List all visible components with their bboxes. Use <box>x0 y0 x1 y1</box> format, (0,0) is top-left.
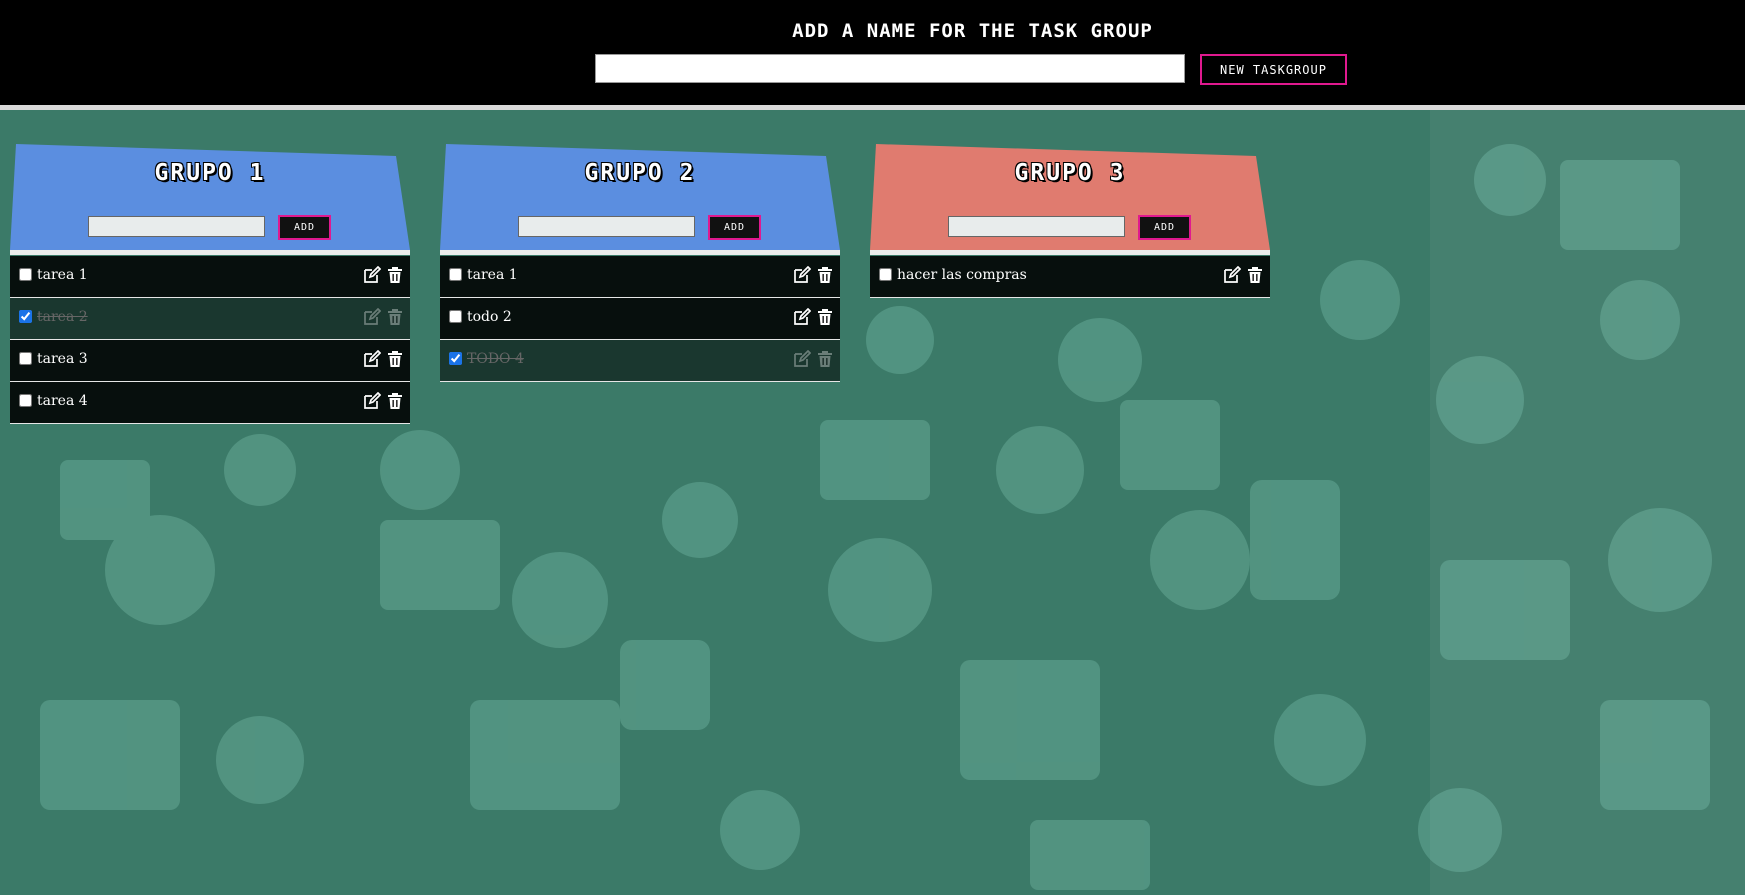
task-row: todo 2 <box>440 298 840 340</box>
task-text: tarea 2 <box>37 309 88 325</box>
trash-icon[interactable] <box>1246 266 1264 284</box>
trash-icon[interactable] <box>386 350 404 368</box>
task-text: tarea 1 <box>37 267 88 283</box>
add-task-button[interactable]: ADD <box>278 215 331 240</box>
group-header: GRUPO 2 ADD <box>440 142 840 256</box>
task-checkbox[interactable] <box>879 268 892 281</box>
task-checkbox[interactable] <box>449 268 462 281</box>
trash-icon[interactable] <box>386 392 404 410</box>
task-text: tarea 1 <box>467 267 518 283</box>
task-text: hacer las compras <box>897 267 1027 283</box>
task-row: hacer las compras <box>870 256 1270 298</box>
task-group-2: GRUPO 2 ADD tarea 1 todo 2 TODO 4 <box>440 142 840 382</box>
group-title: GRUPO 1 <box>154 160 266 186</box>
trash-icon[interactable] <box>386 308 404 326</box>
edit-icon[interactable] <box>793 308 811 326</box>
task-group-1: GRUPO 1 ADD tarea 1 tarea 2 tarea 3 tare… <box>10 142 410 424</box>
edit-icon[interactable] <box>363 392 381 410</box>
new-task-input[interactable] <box>518 216 695 237</box>
task-text: TODO 4 <box>467 351 524 367</box>
task-checkbox[interactable] <box>19 310 32 323</box>
new-taskgroup-button[interactable]: NEW TASKGROUP <box>1200 54 1347 85</box>
task-row: tarea 4 <box>10 382 410 424</box>
task-list: tarea 1 todo 2 TODO 4 <box>440 256 840 382</box>
new-task-input[interactable] <box>948 216 1125 237</box>
group-title: GRUPO 2 <box>584 160 696 186</box>
trash-icon[interactable] <box>816 350 834 368</box>
task-checkbox[interactable] <box>19 394 32 407</box>
trash-icon[interactable] <box>816 266 834 284</box>
task-checkbox[interactable] <box>449 310 462 323</box>
add-task-button[interactable]: ADD <box>708 215 761 240</box>
header-bar: ADD A NAME FOR THE TASK GROUP NEW TASKGR… <box>0 0 1745 105</box>
background-pattern <box>0 0 1745 895</box>
group-header: GRUPO 3 ADD <box>870 142 1270 256</box>
task-text: todo 2 <box>467 309 512 325</box>
taskgroup-name-input[interactable] <box>595 54 1185 83</box>
task-group-3: GRUPO 3 ADD hacer las compras <box>870 142 1270 298</box>
new-task-input[interactable] <box>88 216 265 237</box>
task-row: tarea 2 <box>10 298 410 340</box>
group-title: GRUPO 3 <box>1014 160 1126 186</box>
task-row: tarea 3 <box>10 340 410 382</box>
header-divider <box>0 105 1745 110</box>
header-title: ADD A NAME FOR THE TASK GROUP <box>792 20 1153 42</box>
task-checkbox[interactable] <box>19 352 32 365</box>
task-list: hacer las compras <box>870 256 1270 298</box>
edit-icon[interactable] <box>363 266 381 284</box>
task-text: tarea 3 <box>37 351 88 367</box>
edit-icon[interactable] <box>793 350 811 368</box>
edit-icon[interactable] <box>363 308 381 326</box>
edit-icon[interactable] <box>363 350 381 368</box>
task-text: tarea 4 <box>37 393 88 409</box>
task-row: tarea 1 <box>10 256 410 298</box>
task-checkbox[interactable] <box>449 352 462 365</box>
trash-icon[interactable] <box>816 308 834 326</box>
group-header: GRUPO 1 ADD <box>10 142 410 256</box>
trash-icon[interactable] <box>386 266 404 284</box>
task-checkbox[interactable] <box>19 268 32 281</box>
edit-icon[interactable] <box>793 266 811 284</box>
task-row: TODO 4 <box>440 340 840 382</box>
task-row: tarea 1 <box>440 256 840 298</box>
task-list: tarea 1 tarea 2 tarea 3 tarea 4 <box>10 256 410 424</box>
add-task-button[interactable]: ADD <box>1138 215 1191 240</box>
edit-icon[interactable] <box>1223 266 1241 284</box>
